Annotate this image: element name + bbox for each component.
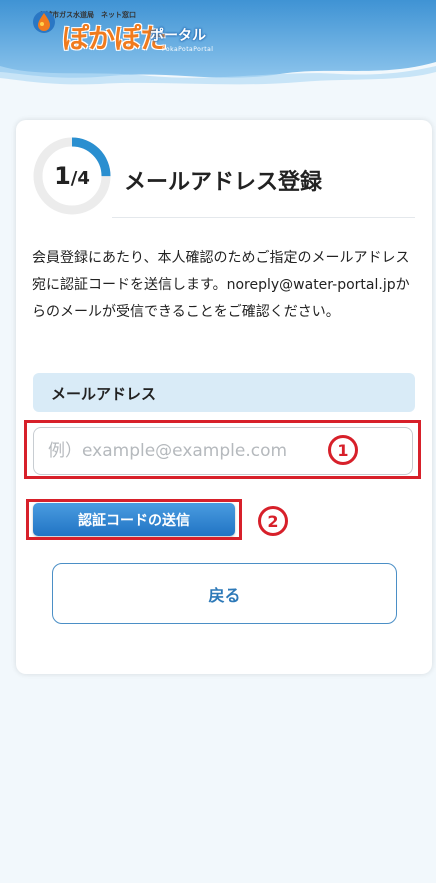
registration-card: 1/4 メールアドレス登録 会員登録にあたり、本人確認のためご指定のメールアドレ…	[16, 120, 432, 674]
title-divider	[112, 217, 415, 218]
step-1-marker: 1	[328, 435, 358, 465]
water-drop-logo-icon	[33, 11, 55, 33]
step-2-marker: 2	[258, 506, 288, 536]
send-verification-code-button[interactable]: 認証コードの送信	[33, 503, 235, 536]
email-field-label-bar: メールアドレス	[33, 373, 415, 412]
back-button[interactable]: 戻る	[52, 563, 397, 624]
step-indicator: 1/4	[32, 136, 112, 216]
logo-roman-text: PokaPotaPortal	[162, 46, 214, 53]
step-total: /4	[70, 167, 90, 189]
instructions-text: 会員登録にあたり、本人確認のためご指定のメールアドレス宛に認証コードを送信します…	[32, 250, 410, 320]
step-current: 1	[54, 162, 71, 190]
page-header: 上越市ガス水道局 ネット窓口 ぽかぽた ポータル PokaPotaPortal	[0, 0, 436, 95]
page-title: メールアドレス登録	[124, 170, 323, 195]
email-field-label: メールアドレス	[51, 385, 157, 403]
pokapota-portal-logo[interactable]: 上越市ガス水道局 ネット窓口 ぽかぽた ポータル PokaPotaPortal	[32, 10, 222, 58]
logo-portal-text: ポータル	[150, 28, 206, 44]
